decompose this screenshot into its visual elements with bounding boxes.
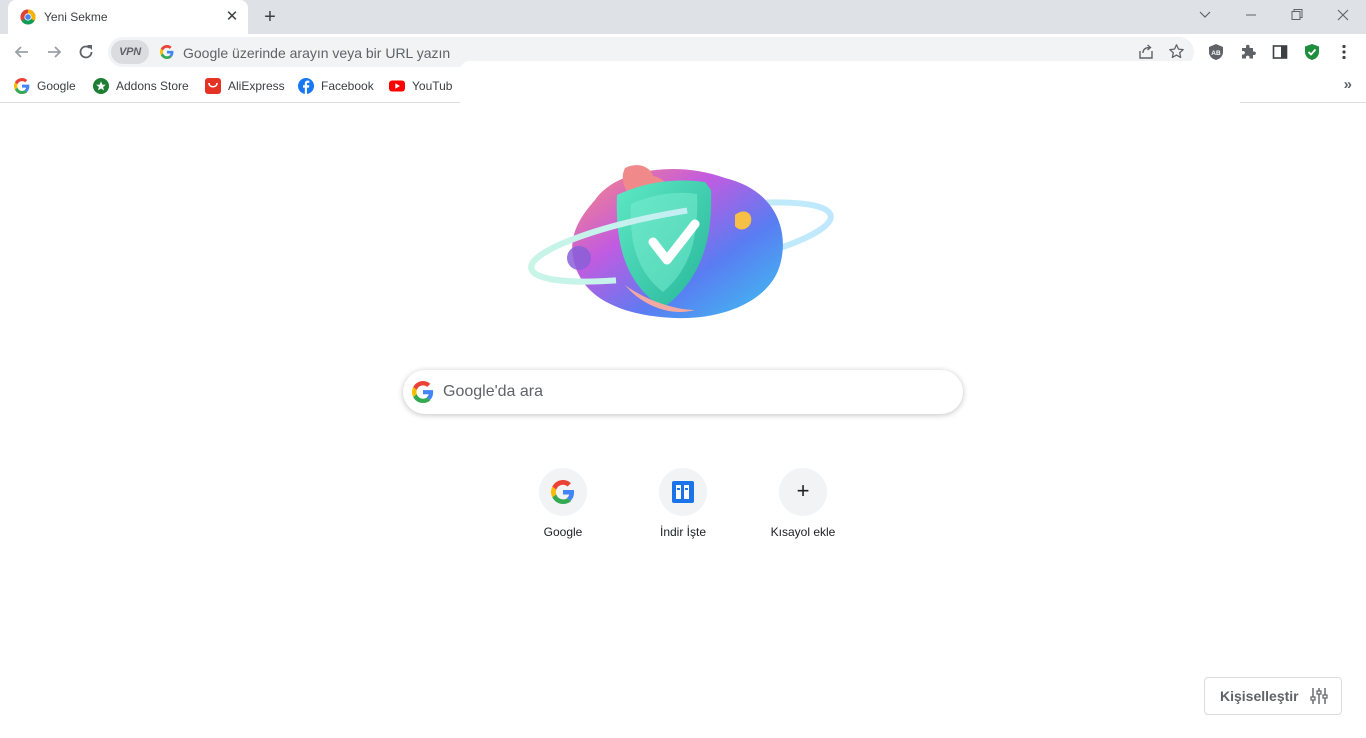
tab-new-tab[interactable]: Yeni Sekme ✕ <box>8 0 248 34</box>
shortcut-icon-circle: + <box>779 468 827 516</box>
sliders-icon <box>1310 688 1328 704</box>
google-icon <box>551 480 575 504</box>
minimize-icon[interactable] <box>1240 6 1262 24</box>
forward-arrow-icon[interactable] <box>44 42 64 62</box>
indir-iste-icon <box>672 481 694 503</box>
vpn-button[interactable]: VPN <box>111 40 149 64</box>
shortcut-label: Google <box>543 525 583 539</box>
bookmark-google[interactable]: Google <box>14 76 76 96</box>
tab-strip: Yeni Sekme ✕ + <box>0 0 1366 34</box>
add-icon: + <box>796 478 810 503</box>
youtube-icon <box>389 80 405 92</box>
google-icon <box>160 45 174 59</box>
search-placeholder: Google'da ara <box>443 383 544 400</box>
aliexpress-icon <box>205 78 221 94</box>
more-bookmarks-chevron-icon[interactable]: » <box>1344 76 1352 93</box>
bookmark-label: Addons Store <box>116 79 189 93</box>
adblock-extension-icon[interactable]: AB <box>1207 43 1225 61</box>
addons-store-icon <box>93 78 109 94</box>
google-search-box[interactable]: Google'da ara <box>403 370 963 414</box>
reload-icon[interactable] <box>76 42 96 62</box>
extensions-puzzle-icon[interactable] <box>1239 43 1257 61</box>
tab-search-icon[interactable] <box>1194 6 1216 24</box>
bookmark-star-icon[interactable] <box>1168 43 1185 60</box>
facebook-icon <box>298 78 314 94</box>
customize-label: Kişiselleştir <box>1220 688 1299 704</box>
share-icon[interactable] <box>1138 44 1154 60</box>
address-bar-placeholder: Google üzerinde arayın veya bir URL yazı… <box>183 45 451 61</box>
bookmark-aliexpress[interactable]: AliExpress <box>205 76 285 96</box>
customize-button[interactable]: Kişiselleştir <box>1204 677 1342 715</box>
shortcut-add[interactable]: + Kısayol ekle <box>747 468 859 548</box>
more-vert-icon[interactable] <box>1335 43 1353 61</box>
side-panel-icon[interactable] <box>1271 43 1289 61</box>
shortcut-google[interactable]: Google <box>507 468 619 548</box>
back-arrow-icon[interactable] <box>12 42 32 62</box>
bookmark-youtube[interactable]: YouTub <box>389 76 452 96</box>
bookmark-facebook[interactable]: Facebook <box>298 76 374 96</box>
svg-text:AB: AB <box>1211 50 1221 57</box>
new-tab-button[interactable]: + <box>259 6 281 28</box>
tab-close-icon[interactable]: ✕ <box>224 9 240 25</box>
shortcut-indir-iste[interactable]: İndir İşte <box>627 468 739 548</box>
google-icon <box>412 381 434 403</box>
bookmark-label: AliExpress <box>228 79 285 93</box>
security-shield-illustration <box>528 165 834 319</box>
bookmark-label: Facebook <box>321 79 374 93</box>
close-icon[interactable] <box>1332 6 1354 24</box>
shortcut-icon-circle <box>659 468 707 516</box>
google-icon <box>14 78 30 94</box>
toolbar-overlay <box>460 61 1240 103</box>
restore-icon[interactable] <box>1286 6 1308 24</box>
shortcut-label: İndir İşte <box>659 525 707 539</box>
security-shield-icon[interactable] <box>1303 43 1321 61</box>
shortcut-label: Kısayol ekle <box>770 525 836 539</box>
bookmark-label: YouTub <box>412 79 453 93</box>
tab-title: Yeni Sekme <box>44 10 108 24</box>
bookmark-addons-store[interactable]: Addons Store <box>93 76 189 96</box>
bookmark-label: Google <box>37 79 76 93</box>
shortcut-icon-circle <box>539 468 587 516</box>
chrome-icon <box>20 9 36 25</box>
